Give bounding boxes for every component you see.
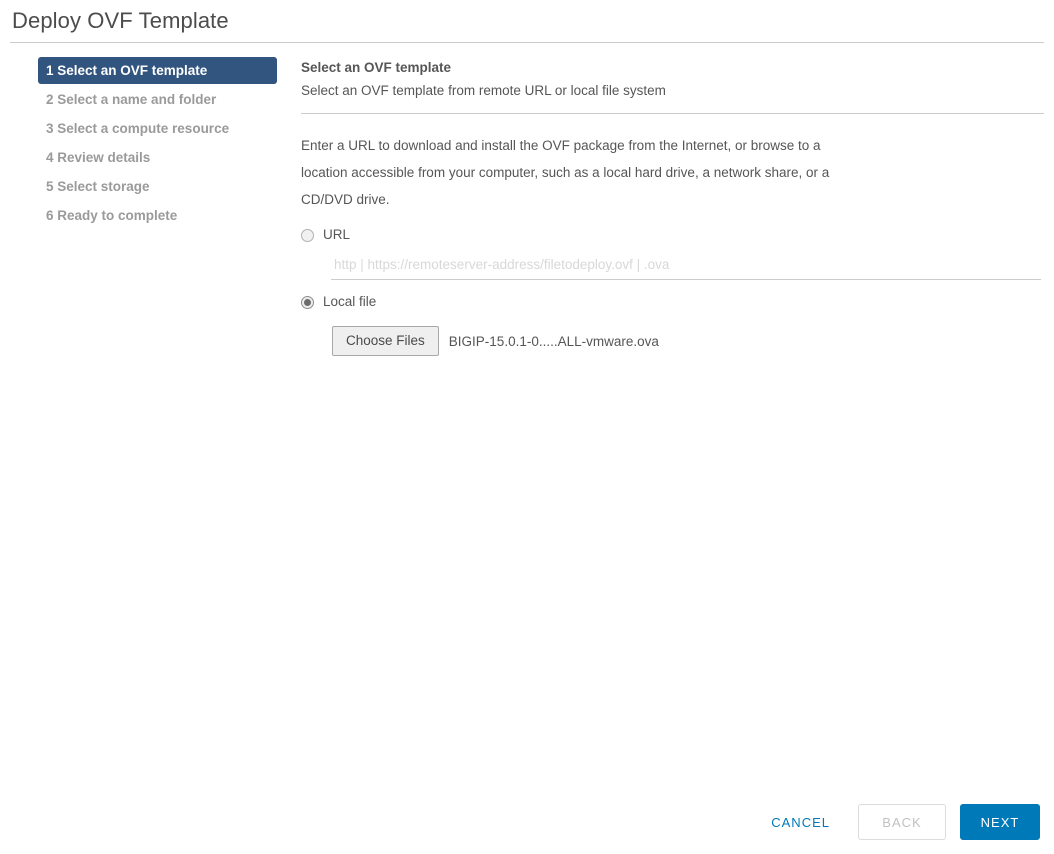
local-file-radio-label: Local file xyxy=(323,294,376,310)
sidebar-step-ready-to-complete[interactable]: 6 Ready to complete xyxy=(38,202,280,229)
main-panel: Select an OVF template Select an OVF tem… xyxy=(301,57,1044,356)
url-input-wrapper xyxy=(331,256,1041,280)
source-option-url[interactable]: URL xyxy=(301,227,1044,243)
sidebar-step-select-name-and-folder[interactable]: 2 Select a name and folder xyxy=(38,86,280,113)
wizard-footer: CANCEL BACK NEXT xyxy=(757,804,1040,840)
selected-file-name: BIGIP-15.0.1-0.....ALL-vmware.ova xyxy=(449,334,659,349)
title-divider xyxy=(10,42,1044,43)
cancel-button[interactable]: CANCEL xyxy=(757,806,844,839)
choose-files-button[interactable]: Choose Files xyxy=(332,326,439,356)
url-radio-button[interactable] xyxy=(301,229,314,242)
sidebar-step-select-storage[interactable]: 5 Select storage xyxy=(38,173,280,200)
sidebar-step-review-details[interactable]: 4 Review details xyxy=(38,144,280,171)
sidebar-step-select-ovf-template[interactable]: 1 Select an OVF template xyxy=(38,57,277,84)
next-button[interactable]: NEXT xyxy=(960,804,1040,840)
panel-divider xyxy=(301,113,1044,114)
panel-heading: Select an OVF template xyxy=(301,57,1044,79)
url-input[interactable] xyxy=(331,257,1041,280)
source-option-local-file[interactable]: Local file xyxy=(301,294,1044,310)
sidebar-step-select-compute-resource[interactable]: 3 Select a compute resource xyxy=(38,115,280,142)
url-radio-label: URL xyxy=(323,227,350,243)
local-file-radio-button[interactable] xyxy=(301,296,314,309)
panel-description: Enter a URL to download and install the … xyxy=(301,132,841,213)
file-picker-row: Choose Files BIGIP-15.0.1-0.....ALL-vmwa… xyxy=(332,326,1044,356)
page-title: Deploy OVF Template xyxy=(12,6,229,36)
wizard-steps: 1 Select an OVF template 2 Select a name… xyxy=(38,57,280,231)
back-button[interactable]: BACK xyxy=(858,804,946,840)
deploy-ovf-template-wizard: Deploy OVF Template 1 Select an OVF temp… xyxy=(0,0,1054,854)
panel-subheading: Select an OVF template from remote URL o… xyxy=(301,80,1044,102)
